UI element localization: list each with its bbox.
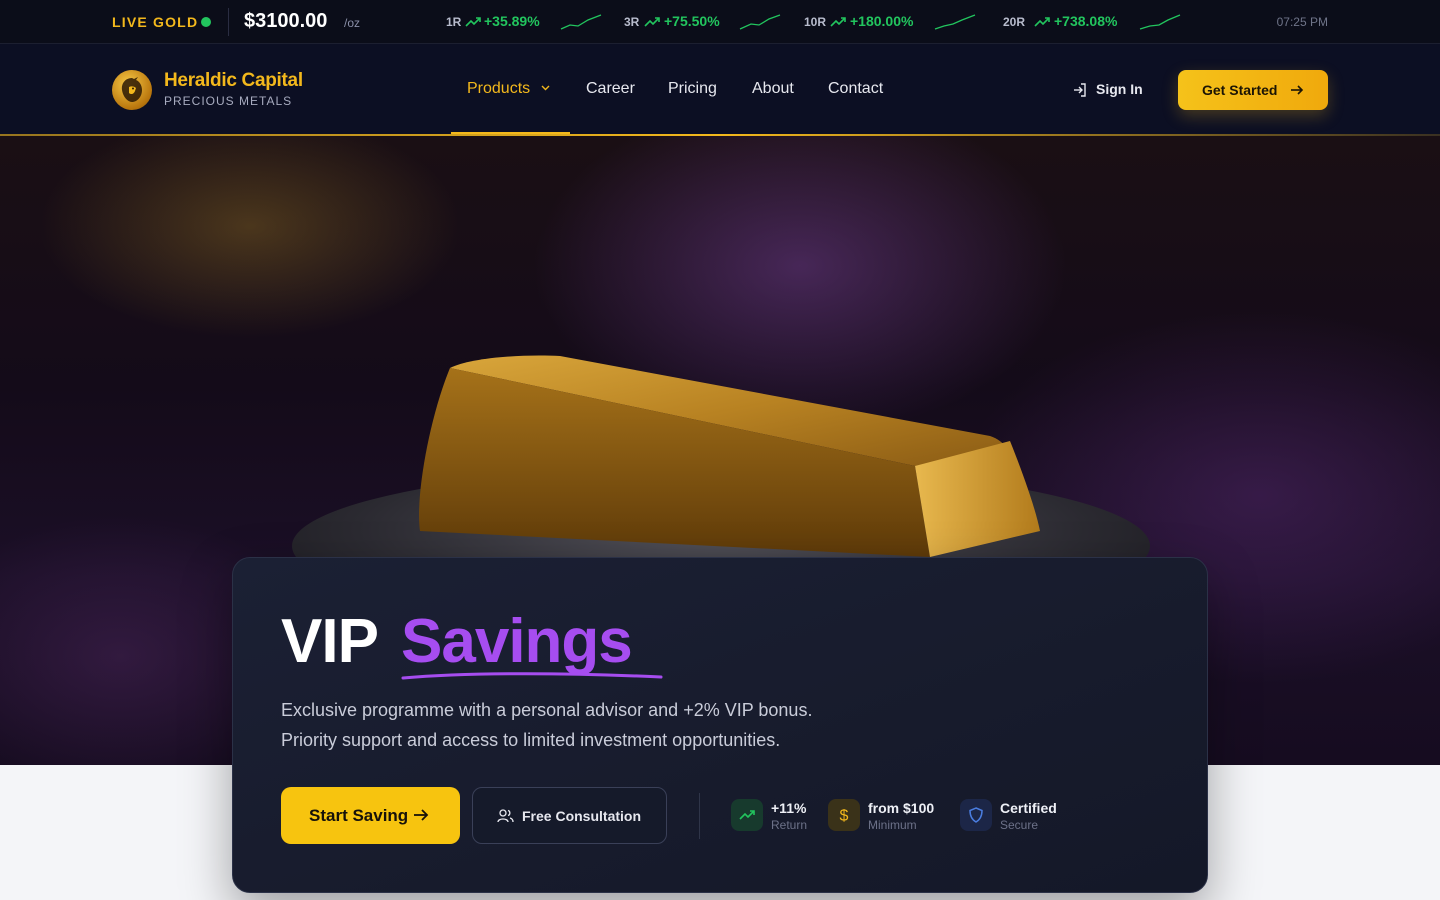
- nav-products[interactable]: Products: [467, 80, 530, 98]
- trending-up-icon: [731, 799, 763, 831]
- arrow-right-icon: [414, 809, 429, 821]
- hero-title: VIP: [281, 607, 379, 676]
- brand-tagline: PRECIOUS METALS: [164, 94, 293, 108]
- sparkline-icon: [560, 14, 602, 30]
- perf-period: 3R: [624, 15, 640, 29]
- hero-description-line1: Exclusive programme with a personal advi…: [281, 700, 813, 720]
- vip-savings-card: VIP Savings Exclusive programme with a p…: [232, 557, 1208, 893]
- perf-period: 20R: [1003, 15, 1026, 29]
- sparkline-icon: [739, 14, 781, 30]
- perf-period: 10R: [804, 15, 827, 29]
- hero-title-highlight: Savings: [401, 607, 633, 676]
- title-underline: [401, 672, 663, 680]
- free-consultation-button[interactable]: Free Consultation: [472, 787, 667, 844]
- dollar-icon: $: [828, 799, 860, 831]
- free-consultation-label: Free Consultation: [522, 808, 642, 824]
- live-status-dot: [201, 17, 211, 27]
- brand-name[interactable]: Heraldic Capital: [164, 70, 303, 92]
- nav-contact[interactable]: Contact: [828, 80, 883, 98]
- perf-change: +35.89%: [484, 13, 540, 29]
- stat-value: from $100: [868, 800, 935, 816]
- hero-description-line2: Priority support and access to limited i…: [281, 730, 781, 750]
- users-icon: [497, 809, 514, 823]
- gold-ticker-bar: LIVE GOLD $3100.00 /oz 1R +35.89% 3R +75…: [0, 0, 1440, 44]
- trending-up-icon: [1034, 17, 1050, 27]
- arrow-right-icon: [1291, 85, 1304, 95]
- shield-icon: [960, 799, 992, 831]
- lion-logo-icon[interactable]: [112, 70, 152, 110]
- perf-change: +75.50%: [664, 13, 720, 29]
- stat-label: Return: [771, 818, 808, 832]
- nav-pricing[interactable]: Pricing: [668, 80, 717, 98]
- chevron-down-icon[interactable]: [541, 85, 550, 91]
- sparkline-icon: [934, 14, 976, 30]
- nav-about[interactable]: About: [752, 80, 794, 98]
- start-saving-label: Start Saving: [309, 806, 409, 825]
- get-started-button[interactable]: Get Started: [1178, 70, 1328, 110]
- trending-up-icon: [644, 17, 660, 27]
- trending-up-icon: [465, 17, 481, 27]
- get-started-label: Get Started: [1202, 82, 1278, 98]
- stat-value: +11%: [771, 800, 807, 816]
- gold-price: $3100.00: [244, 10, 328, 32]
- stats-divider: [699, 793, 700, 839]
- trending-up-icon: [830, 17, 846, 27]
- sign-in-icon: [1074, 83, 1086, 97]
- ticker-time: 07:25 PM: [1276, 15, 1328, 29]
- live-gold-label: LIVE GOLD: [112, 14, 199, 30]
- stat-label: Minimum: [868, 818, 917, 832]
- perf-period: 1R: [446, 15, 462, 29]
- ticker-divider: [228, 8, 229, 36]
- price-unit: /oz: [344, 16, 361, 30]
- stat-label: Secure: [1000, 818, 1039, 832]
- svg-text:$: $: [840, 808, 849, 825]
- sparkline-icon: [1139, 14, 1181, 30]
- perf-change: +180.00%: [850, 13, 914, 29]
- perf-change: +738.08%: [1054, 13, 1118, 29]
- site-header: Heraldic Capital PRECIOUS METALS Product…: [0, 44, 1440, 136]
- sign-in-label: Sign In: [1096, 81, 1143, 97]
- nav-career[interactable]: Career: [586, 80, 635, 98]
- stat-value: Certified: [1000, 800, 1057, 816]
- start-saving-button[interactable]: Start Saving: [281, 787, 460, 844]
